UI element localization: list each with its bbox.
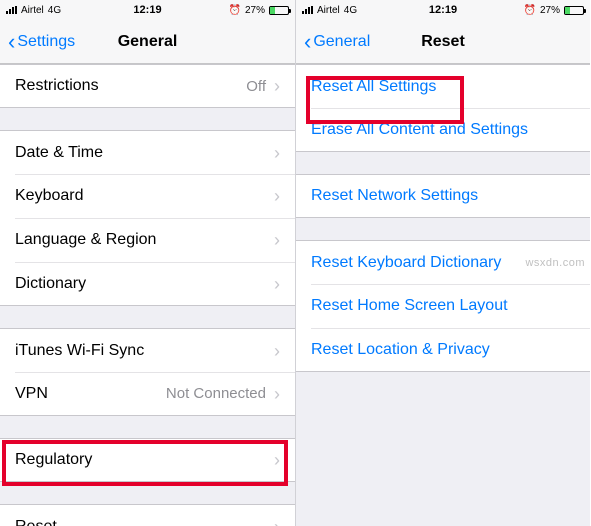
status-bar: Airtel 4G 12:19 ⏰ 27% <box>296 0 590 20</box>
row-value: Off <box>246 78 266 95</box>
back-label: General <box>313 33 370 51</box>
chevron-right-icon: › <box>274 187 280 205</box>
row-date-time[interactable]: Date & Time › <box>0 130 295 174</box>
row-label: Reset All Settings <box>311 78 575 96</box>
row-itunes-wifi-sync[interactable]: iTunes Wi-Fi Sync › <box>0 328 295 372</box>
row-label: Language & Region <box>15 231 274 249</box>
chevron-right-icon: › <box>274 451 280 469</box>
row-erase-all-content[interactable]: Erase All Content and Settings <box>296 108 590 152</box>
reset-list: Reset All Settings Erase All Content and… <box>296 64 590 526</box>
row-value: Not Connected <box>166 385 266 402</box>
chevron-left-icon: ‹ <box>8 31 15 53</box>
nav-bar: ‹ Settings General <box>0 20 295 64</box>
row-label: Reset <box>15 518 274 526</box>
nav-bar: ‹ General Reset <box>296 20 590 64</box>
row-vpn[interactable]: VPN Not Connected › <box>0 372 295 416</box>
row-label: Restrictions <box>15 77 246 95</box>
row-label: Regulatory <box>15 451 274 469</box>
row-reset-all-settings[interactable]: Reset All Settings <box>296 64 590 108</box>
status-time: 12:19 <box>0 4 295 16</box>
row-reset-network[interactable]: Reset Network Settings <box>296 174 590 218</box>
row-restrictions[interactable]: Restrictions Off › <box>0 64 295 108</box>
chevron-right-icon: › <box>274 77 280 95</box>
chevron-right-icon: › <box>274 385 280 403</box>
row-label: Dictionary <box>15 275 274 293</box>
screenshot-general: Airtel 4G 12:19 ⏰ 27% ‹ Settings General… <box>0 0 295 526</box>
row-regulatory[interactable]: Regulatory › <box>0 438 295 482</box>
chevron-right-icon: › <box>274 231 280 249</box>
row-dictionary[interactable]: Dictionary › <box>0 262 295 306</box>
row-label: Erase All Content and Settings <box>311 121 575 139</box>
row-label: Reset Location & Privacy <box>311 341 575 359</box>
row-reset[interactable]: Reset › <box>0 504 295 526</box>
row-label: Keyboard <box>15 187 274 205</box>
settings-list: Restrictions Off › Date & Time › Keyboar… <box>0 64 295 526</box>
row-reset-location-privacy[interactable]: Reset Location & Privacy <box>296 328 590 372</box>
chevron-left-icon: ‹ <box>304 31 311 53</box>
row-reset-home-screen[interactable]: Reset Home Screen Layout <box>296 284 590 328</box>
chevron-right-icon: › <box>274 518 280 526</box>
row-label: Date & Time <box>15 144 274 162</box>
status-time: 12:19 <box>296 4 590 16</box>
battery-icon <box>564 6 584 15</box>
back-label: Settings <box>17 33 75 51</box>
chevron-right-icon: › <box>274 275 280 293</box>
row-label: Reset Home Screen Layout <box>311 297 575 315</box>
watermark: wsxdn.com <box>525 257 585 269</box>
back-button-settings[interactable]: ‹ Settings <box>8 31 75 53</box>
back-button-general[interactable]: ‹ General <box>304 31 370 53</box>
row-label: Reset Network Settings <box>311 187 575 205</box>
chevron-right-icon: › <box>274 342 280 360</box>
chevron-right-icon: › <box>274 144 280 162</box>
row-label: iTunes Wi-Fi Sync <box>15 342 274 360</box>
status-bar: Airtel 4G 12:19 ⏰ 27% <box>0 0 295 20</box>
row-language-region[interactable]: Language & Region › <box>0 218 295 262</box>
battery-icon <box>269 6 289 15</box>
row-label: VPN <box>15 385 166 403</box>
row-keyboard[interactable]: Keyboard › <box>0 174 295 218</box>
